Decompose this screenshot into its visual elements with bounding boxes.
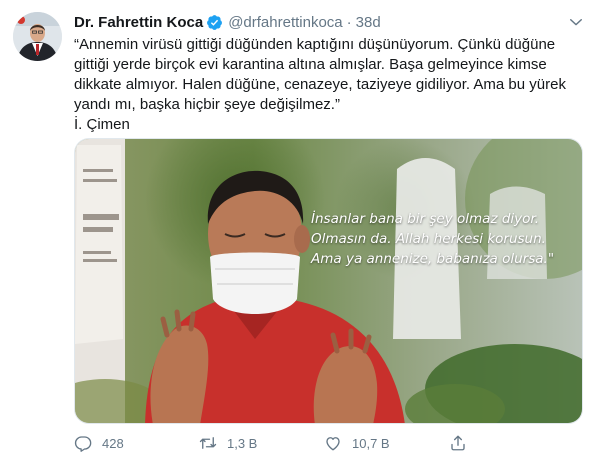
tweet-text: “Annemin virüsü gittiği düğünden kaptığı… [74,36,566,133]
separator-dot: · [346,13,352,31]
tweet-photo[interactable]: İnsanlar bana bir şey olmaz diyor. Olmas… [74,138,583,424]
retweet-button[interactable]: 1,3 B [199,434,324,452]
verified-badge-icon [206,14,223,31]
tweet-actions: 428 1,3 B 10,7 B [74,432,574,454]
tweet[interactable]: Dr. Fahrettin Koca @drfahrettinkoca · 38… [0,0,599,462]
author-name[interactable]: Dr. Fahrettin Koca [74,14,203,31]
reply-icon [74,436,92,452]
retweet-count: 1,3 B [227,435,258,451]
avatar[interactable] [13,12,62,61]
author-handle[interactable]: @drfahrettinkoca [228,14,342,31]
reply-count: 428 [102,435,124,451]
retweet-icon [199,437,217,449]
like-button[interactable]: 10,7 B [324,434,449,452]
reply-button[interactable]: 428 [74,434,199,452]
share-button[interactable] [449,434,574,452]
share-icon [451,435,465,451]
image-quote-overlay: İnsanlar bana bir şey olmaz diyor. Olmas… [311,211,555,267]
caret-down-icon[interactable] [567,13,585,31]
like-icon [326,437,340,451]
tweet-timestamp[interactable]: 38d [356,14,381,31]
tweet-header: Dr. Fahrettin Koca @drfahrettinkoca · 38… [74,11,585,33]
like-count: 10,7 B [352,435,390,451]
